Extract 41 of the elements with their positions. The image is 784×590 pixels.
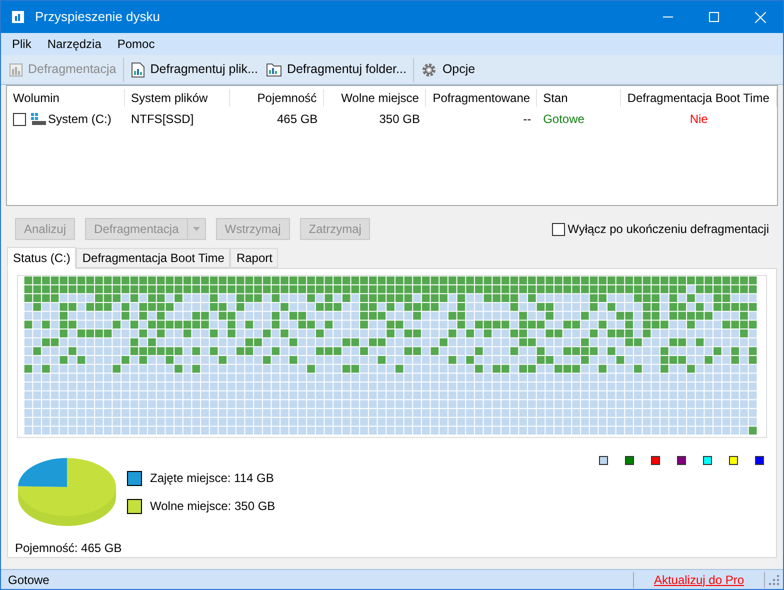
menu-item[interactable]: Plik (12, 35, 32, 53)
checkbox-label: Wyłącz po ukończeniu defragmentacji (568, 221, 769, 238)
row-checkbox[interactable] (13, 112, 26, 126)
window-title: Przyspieszenie dysku (35, 8, 160, 26)
column-header[interactable]: Wolne miejsce (324, 89, 426, 107)
maximize-icon (709, 12, 719, 22)
table-cell-text: 350 GB (379, 111, 420, 128)
tab[interactable]: Raport (230, 248, 278, 268)
column-header[interactable]: Stan (537, 89, 621, 107)
drive-icon (30, 113, 46, 125)
gear-icon (421, 62, 438, 78)
tab[interactable]: Defragmentacja Boot Time (76, 248, 230, 268)
folder-icon (266, 62, 282, 77)
tab[interactable]: Status (C:) (7, 247, 76, 269)
menu-item[interactable]: Pomoc (117, 35, 155, 53)
table-cell-text: Gotowe (543, 111, 584, 128)
close-icon (754, 12, 766, 22)
column-header[interactable]: System plików (124, 89, 230, 107)
table-cell-text: -- (523, 111, 532, 128)
chart-icon (9, 62, 23, 76)
document-icon (131, 62, 146, 78)
legend-label: Zajęte miejsce: 114 GB (150, 470, 274, 487)
toolbar-button[interactable]: Defragmentuj folder... (262, 56, 410, 82)
column-header[interactable]: Pojemność (230, 89, 324, 107)
app-icon (11, 10, 25, 24)
table-cell-text: Nie (690, 111, 708, 128)
legend-label: Wolne miejsce: 350 GB (150, 498, 276, 515)
toolbar-button[interactable]: Opcje (417, 56, 480, 82)
resize-grip-icon (769, 574, 779, 584)
capacity-label: Pojemność: 465 GB (15, 540, 123, 557)
column-header[interactable]: Wolumin (7, 89, 125, 107)
column-header[interactable]: Pofragmentowane (426, 89, 538, 107)
caret-icon (192, 227, 200, 231)
table-cell-text: System (C:) (48, 111, 112, 128)
checkbox[interactable] (552, 222, 565, 236)
column-header[interactable]: Defragmentacja Boot Time (620, 89, 777, 107)
menu-item[interactable]: Narzędzia (47, 35, 102, 53)
table-cell-text: 465 GB (276, 111, 318, 128)
toolbar-button[interactable]: Defragmentuj plik... (127, 56, 262, 82)
table-cell-text: NTFS[SSD] (130, 111, 194, 128)
status-text: Gotowe (8, 572, 50, 588)
